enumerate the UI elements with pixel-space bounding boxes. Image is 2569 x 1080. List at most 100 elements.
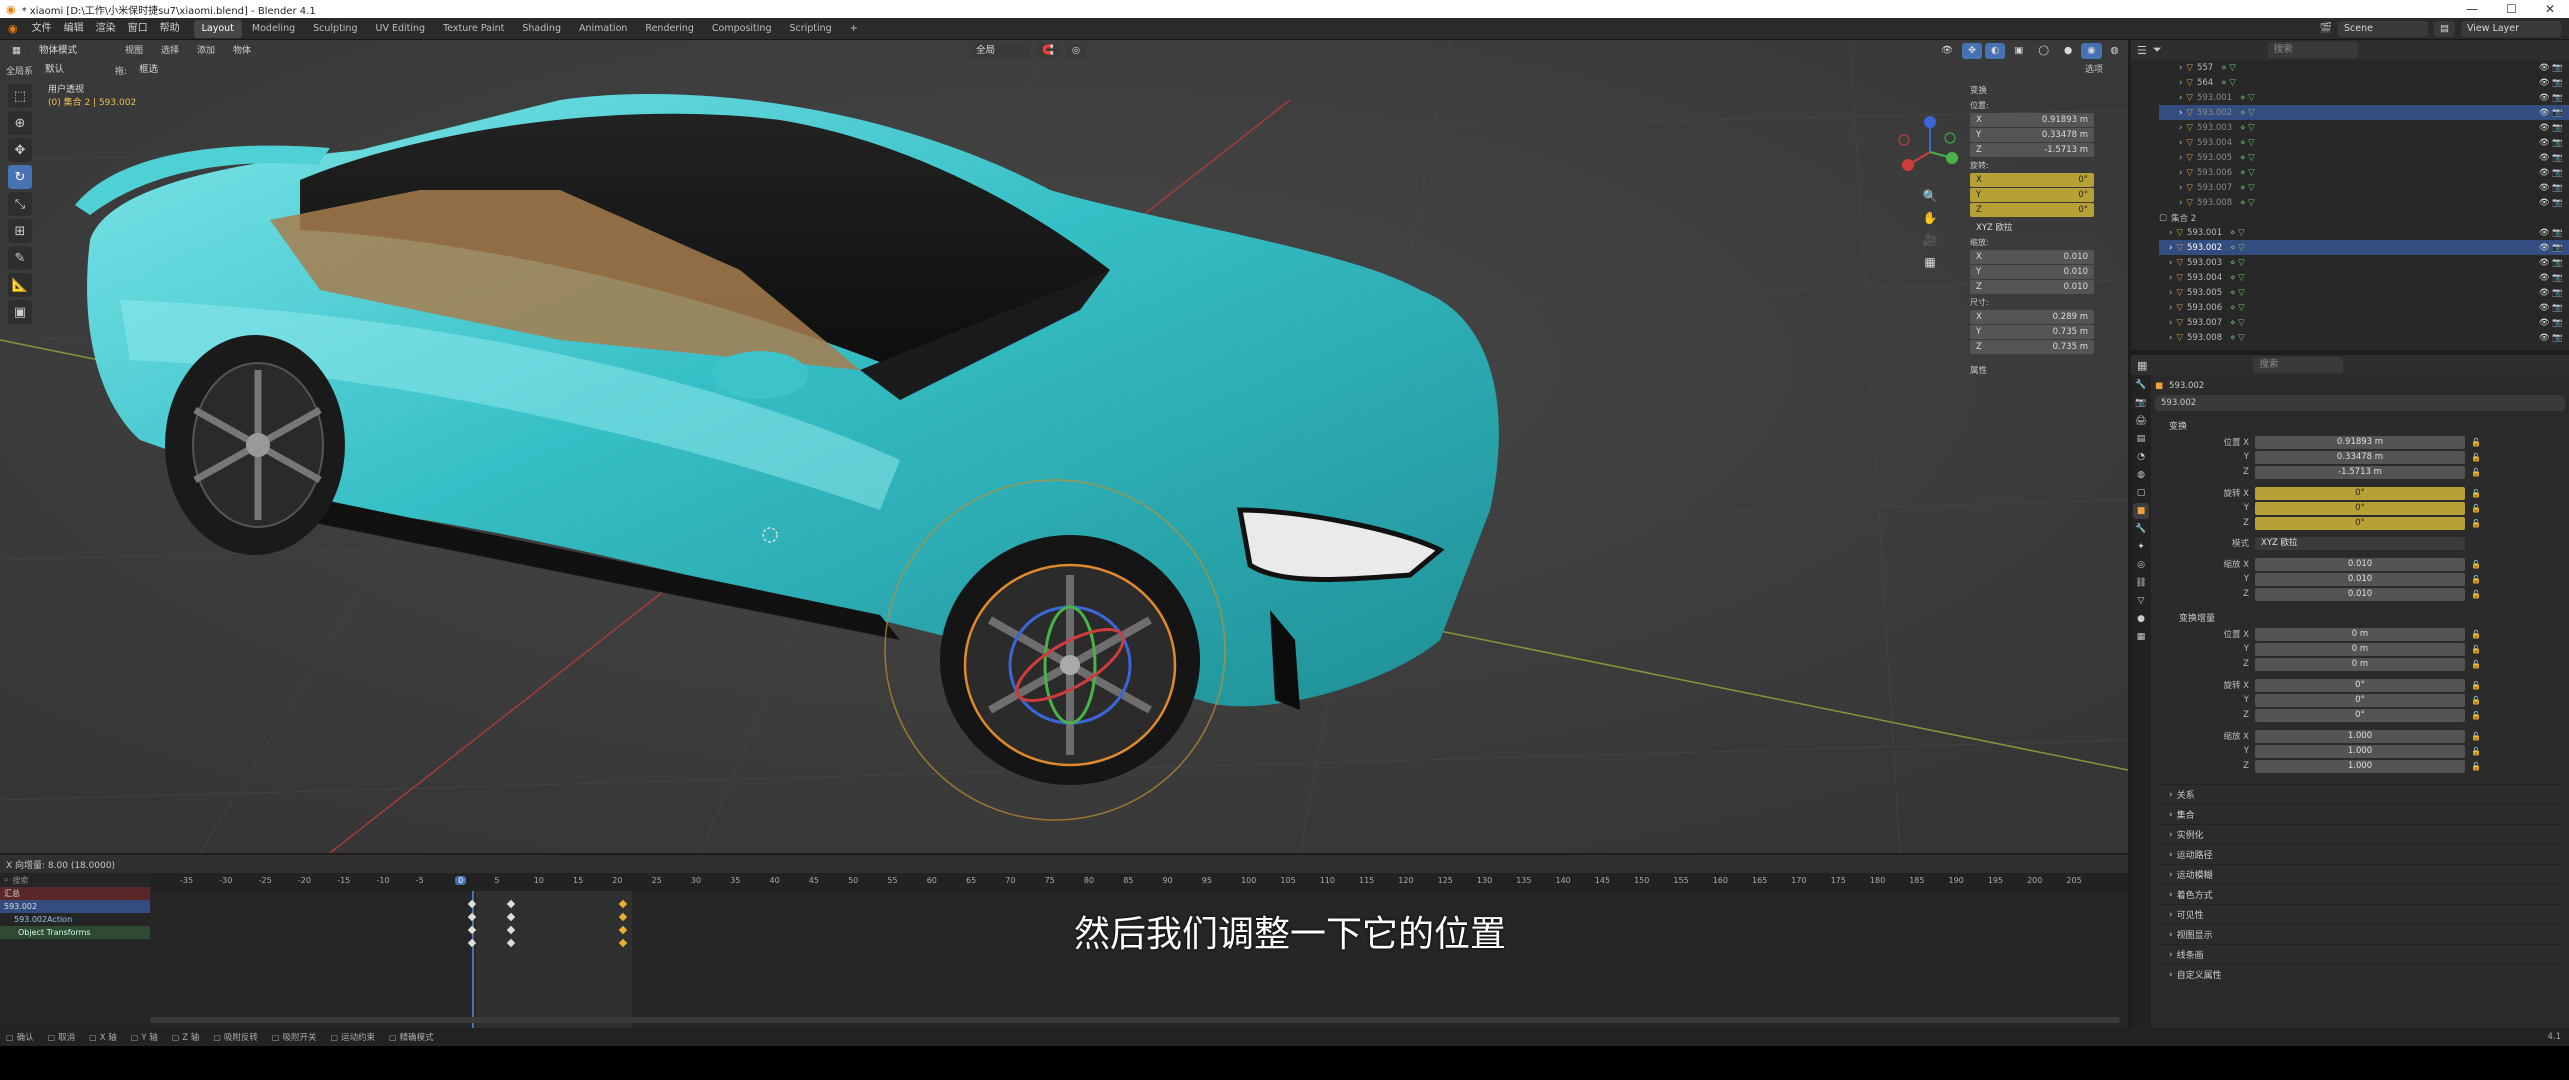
add-workspace-button[interactable]: + bbox=[842, 20, 866, 38]
minimize-button[interactable]: — bbox=[2466, 2, 2478, 16]
lock-icon[interactable]: 🔓 bbox=[2471, 590, 2481, 599]
constraints-tab-icon[interactable]: ⛓ bbox=[2133, 575, 2149, 591]
n-location-z[interactable]: Z -1.5713 m bbox=[1970, 143, 2094, 157]
collapsed-section-header[interactable]: › 视图显示 bbox=[2155, 924, 2565, 944]
expand-arrow-icon[interactable]: › bbox=[2169, 288, 2172, 298]
tab-rendering[interactable]: Rendering bbox=[637, 20, 702, 38]
expand-arrow-icon[interactable]: › bbox=[2169, 258, 2172, 268]
zoom-icon[interactable]: 🔍 bbox=[1922, 185, 1938, 207]
n-location-y[interactable]: Y 0.33478 m bbox=[1970, 128, 2094, 142]
material-tab-icon[interactable]: ● bbox=[2133, 611, 2149, 627]
pan-icon[interactable]: ✋ bbox=[1922, 207, 1938, 229]
keyframe[interactable] bbox=[467, 925, 477, 935]
outliner-item[interactable]: › ▽ 593.006 ⋄ ▽ 👁 📷 bbox=[2159, 165, 2569, 180]
rotation-field[interactable]: 0° bbox=[2255, 516, 2465, 530]
visibility-toggle-icon[interactable]: 👁 📷 bbox=[2539, 198, 2569, 208]
visibility-toggle-icon[interactable]: 👁 📷 bbox=[2539, 318, 2569, 328]
annotate-tool-icon[interactable]: ✎ bbox=[8, 246, 32, 270]
add-cube-tool-icon[interactable]: ▣ bbox=[8, 300, 32, 324]
rotate-tool-icon[interactable]: ↻ bbox=[8, 165, 32, 189]
expand-arrow-icon[interactable]: › bbox=[2169, 228, 2172, 238]
outliner-item[interactable]: › ▽ 593.007 ⋄ ▽ 👁 📷 bbox=[2159, 180, 2569, 195]
visibility-toggle-icon[interactable]: 👁 📷 bbox=[2539, 78, 2569, 88]
collapsed-section-header[interactable]: › 实例化 bbox=[2155, 824, 2565, 844]
n-scale-y[interactable]: Y 0.010 bbox=[1970, 265, 2094, 279]
playhead[interactable] bbox=[472, 891, 474, 1030]
view-layer-tab-icon[interactable]: ▤ bbox=[2133, 431, 2149, 447]
lock-icon[interactable]: 🔓 bbox=[2471, 762, 2481, 771]
lock-icon[interactable]: 🔓 bbox=[2471, 711, 2481, 720]
location-field[interactable]: 0.91893 m bbox=[2255, 435, 2465, 449]
object-name-field[interactable]: 593.002 bbox=[2155, 395, 2565, 411]
collapsed-section-header[interactable]: › 关系 bbox=[2155, 784, 2565, 804]
rotation-field[interactable]: 0° bbox=[2255, 486, 2465, 500]
expand-arrow-icon[interactable]: › bbox=[2179, 93, 2182, 103]
outliner-item[interactable]: › ▽ 557 ⋄ ▽ 👁 📷 bbox=[2159, 60, 2569, 75]
viewport-menu-select[interactable]: 选择 bbox=[155, 42, 185, 60]
outliner-item[interactable]: › ▽ 593.002 ⋄ ▽ 👁 📷 bbox=[2159, 240, 2569, 255]
visibility-toggle-icon[interactable]: 👁 📷 bbox=[2539, 108, 2569, 118]
output-tab-icon[interactable]: 🖨 bbox=[2133, 413, 2149, 429]
channel-object[interactable]: 593.002 bbox=[0, 900, 150, 913]
tab-layout[interactable]: Layout bbox=[193, 19, 242, 38]
expand-arrow-icon[interactable]: › bbox=[2169, 318, 2172, 328]
outliner-item[interactable]: › ▽ 593.005 ⋄ ▽ 👁 📷 bbox=[2159, 285, 2569, 300]
delta-transform-section-header[interactable]: 变换增量 bbox=[2155, 607, 2565, 627]
frame-ruler[interactable]: -35 -30 -25 -20 -15 -10 -5 0 5 10 15 20 25 30 35 40 45 50… bbox=[150, 873, 2128, 891]
expand-arrow-icon[interactable]: › bbox=[2169, 303, 2172, 313]
transform-pivot-dropdown[interactable]: 全局 bbox=[970, 43, 1030, 59]
collapsed-section-header[interactable]: › 运动模糊 bbox=[2155, 864, 2565, 884]
outliner-item[interactable]: › ▽ 593.003 ⋄ ▽ 👁 📷 bbox=[2159, 255, 2569, 270]
outliner-search-input[interactable]: 搜索 bbox=[2267, 42, 2358, 58]
tab-texture-paint[interactable]: Texture Paint bbox=[435, 20, 512, 38]
modifier-tab-icon[interactable]: 🔧 bbox=[2133, 521, 2149, 537]
keyframe[interactable] bbox=[467, 899, 477, 909]
visibility-toggle-icon[interactable]: 👁 📷 bbox=[2539, 243, 2569, 253]
lock-icon[interactable]: 🔓 bbox=[2471, 468, 2481, 477]
transform-section-header[interactable]: 变换 bbox=[2155, 415, 2565, 435]
scale-tool-icon[interactable]: ⤡ bbox=[8, 192, 32, 216]
perspective-toggle-icon[interactable]: ▦ bbox=[1922, 251, 1938, 273]
measure-tool-icon[interactable]: 📐 bbox=[8, 273, 32, 297]
visibility-toggle-icon[interactable]: 👁 📷 bbox=[2539, 153, 2569, 163]
n-scale-z[interactable]: Z 0.010 bbox=[1970, 280, 2094, 294]
collapsed-section-header[interactable]: › 着色方式 bbox=[2155, 884, 2565, 904]
outliner-item[interactable]: › ▽ 564 ⋄ ▽ 👁 📷 bbox=[2159, 75, 2569, 90]
viewport-menu-object[interactable]: 物体 bbox=[227, 42, 257, 60]
delta-rotation-field[interactable]: 0° bbox=[2255, 693, 2465, 707]
n-dimensions-x[interactable]: X 0.289 m bbox=[1970, 310, 2094, 324]
expand-arrow-icon[interactable]: › bbox=[2169, 333, 2172, 343]
n-rotation-y[interactable]: Y 0° bbox=[1970, 188, 2094, 202]
channel-object-transforms[interactable]: Object Transforms bbox=[0, 926, 150, 939]
delta-rotation-field[interactable]: 0° bbox=[2255, 708, 2465, 722]
keyframe[interactable] bbox=[467, 912, 477, 922]
outliner-item[interactable]: › ▽ 593.008 ⋄ ▽ 👁 📷 bbox=[2159, 195, 2569, 210]
tab-compositing[interactable]: Compositing bbox=[704, 20, 780, 38]
channel-summary[interactable]: 汇总 bbox=[0, 887, 150, 900]
outliner-item[interactable]: › ▽ 593.003 ⋄ ▽ 👁 📷 bbox=[2159, 120, 2569, 135]
tab-scripting[interactable]: Scripting bbox=[781, 20, 839, 38]
properties-search-input[interactable]: 搜索 bbox=[2253, 357, 2344, 373]
lock-icon[interactable]: 🔓 bbox=[2471, 645, 2481, 654]
solid-shading-icon[interactable]: ● bbox=[2057, 43, 2079, 59]
tab-uv-editing[interactable]: UV Editing bbox=[368, 20, 434, 38]
lock-icon[interactable]: 🔓 bbox=[2471, 681, 2481, 690]
channel-action[interactable]: 593.002Action bbox=[0, 913, 150, 926]
delta-rotation-field[interactable]: 0° bbox=[2255, 678, 2465, 692]
lock-icon[interactable]: 🔓 bbox=[2471, 630, 2481, 639]
lock-icon[interactable]: 🔓 bbox=[2471, 438, 2481, 447]
expand-arrow-icon[interactable]: › bbox=[2179, 153, 2182, 163]
3d-viewport[interactable]: ▦ 物体模式 视图 选择 添加 物体 全局系 默认 拖: 框选 全局 🧲 ◎ 👁… bbox=[0, 40, 2128, 853]
channel-search-input[interactable]: 搜索 bbox=[12, 875, 28, 886]
expand-arrow-icon[interactable]: › bbox=[2179, 123, 2182, 133]
material-shading-icon[interactable]: ◉ bbox=[2081, 43, 2102, 59]
tab-sculpting[interactable]: Sculpting bbox=[305, 20, 365, 38]
timeline-scrollbar[interactable] bbox=[150, 1017, 2120, 1023]
outliner-item[interactable]: › ▽ 593.005 ⋄ ▽ 👁 📷 bbox=[2159, 150, 2569, 165]
visibility-toggle-icon[interactable]: 👁 📷 bbox=[2539, 273, 2569, 283]
outliner-item[interactable]: › ▽ 593.001 ⋄ ▽ 👁 📷 bbox=[2159, 90, 2569, 105]
move-tool-icon[interactable]: ✥ bbox=[8, 138, 32, 162]
blender-menu-icon[interactable]: ◉ bbox=[0, 22, 26, 35]
lock-icon[interactable]: 🔓 bbox=[2471, 489, 2481, 498]
texture-tab-icon[interactable]: ▦ bbox=[2133, 629, 2149, 645]
